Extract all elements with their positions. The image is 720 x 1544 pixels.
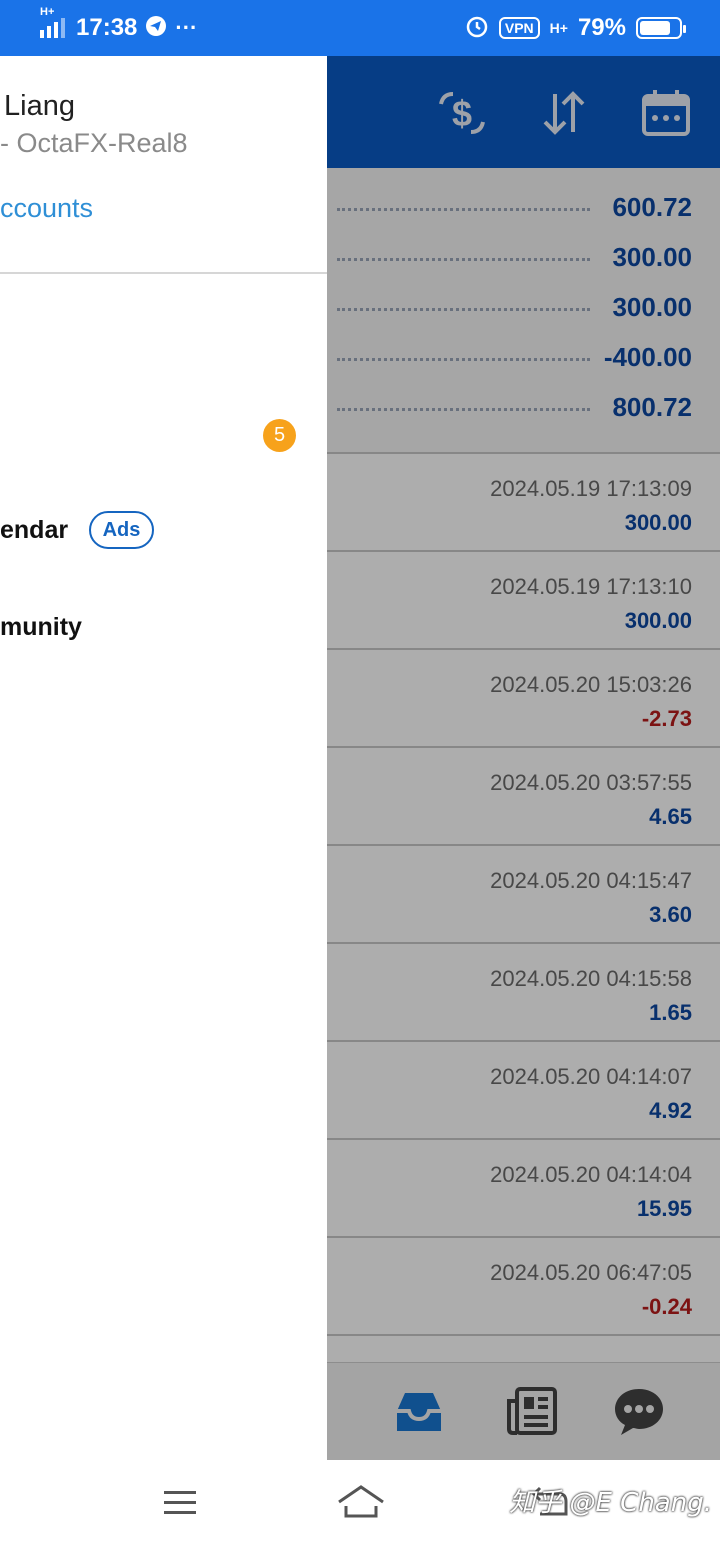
ads-badge: Ads <box>89 511 154 549</box>
watermark-text: 知乎 @E Chang. <box>509 1488 712 1518</box>
more-indicator: ··· <box>175 15 198 40</box>
drawer-divider <box>0 272 327 274</box>
drawer-scrim[interactable] <box>327 56 720 1460</box>
menu-icon[interactable] <box>162 1488 198 1523</box>
status-time: 17:38 <box>76 14 138 41</box>
status-left: H+ 17:38 ··· <box>38 6 198 44</box>
alarm-icon <box>465 14 489 43</box>
status-bar: H+ 17:38 ··· VPN H+ 79% <box>0 0 720 56</box>
battery-fill <box>640 21 671 35</box>
manage-accounts-link[interactable]: ccounts <box>0 193 93 224</box>
battery-percent: 79% <box>577 14 626 41</box>
notification-badge: 5 <box>263 419 296 452</box>
menu-item-community[interactable]: munity <box>0 613 82 642</box>
battery-icon <box>636 17 686 39</box>
signal-type-label: H+ <box>40 6 55 18</box>
history-screen: $ 600.72 300.00 300.00 -400.00 800.72 20… <box>327 56 720 1460</box>
vpn-badge: VPN <box>498 17 540 39</box>
account-server: - OctaFX-Real8 <box>0 128 188 158</box>
navigation-drawer: Liang - OctaFX-Real8 ccounts 5 endar Ads… <box>0 56 327 1460</box>
home-icon[interactable] <box>336 1482 386 1527</box>
telegram-icon <box>145 15 167 42</box>
menu-item-calendar[interactable]: endar <box>0 516 68 545</box>
status-right: VPN H+ 79% <box>465 12 686 44</box>
account-name: Liang <box>4 90 75 122</box>
system-nav-bar: 知乎 @E Chang. <box>0 1460 720 1544</box>
network-type-label: H+ <box>549 20 568 36</box>
